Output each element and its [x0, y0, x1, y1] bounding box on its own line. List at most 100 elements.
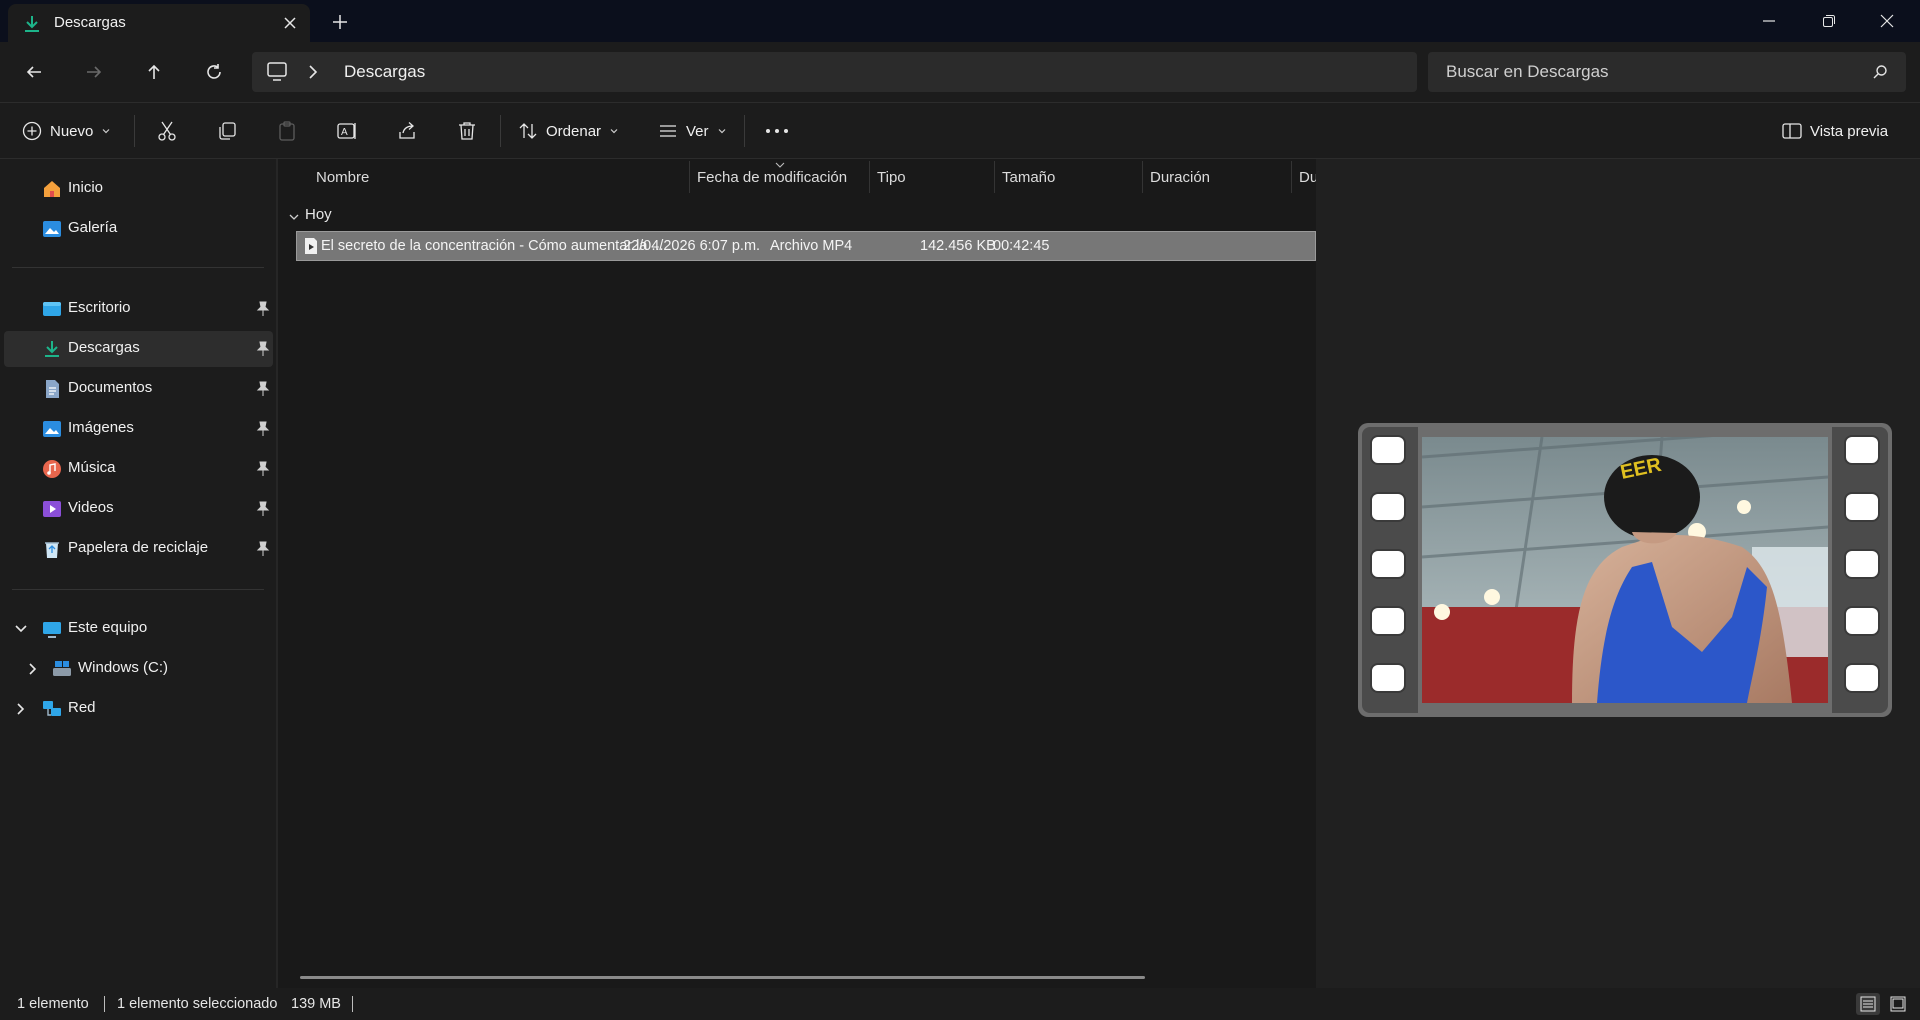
search-icon: [1873, 65, 1887, 79]
refresh-button[interactable]: [197, 55, 231, 89]
details-view-button[interactable]: [1856, 993, 1880, 1015]
selection-count: 1 elemento seleccionado: [117, 996, 278, 1012]
close-window-button[interactable]: [1858, 0, 1916, 42]
sidebar-item-inicio[interactable]: Inicio: [4, 171, 273, 207]
pin-icon[interactable]: [256, 541, 270, 557]
arrow-up-icon: [148, 64, 160, 79]
more-options-button[interactable]: [764, 103, 790, 159]
back-button[interactable]: [17, 55, 51, 89]
sidebar-item-musica[interactable]: Música: [4, 451, 273, 487]
arrow-left-icon: [26, 66, 41, 78]
chevron-down-icon[interactable]: [14, 621, 28, 637]
sort-button[interactable]: Ordenar: [518, 103, 619, 159]
file-row[interactable]: El secreto de la concentración - Cómo au…: [296, 231, 1316, 261]
sidebar-item-documentos[interactable]: Documentos: [4, 371, 273, 407]
column-header-tamano[interactable]: Tamaño: [1002, 159, 1055, 195]
tab-title: Descargas: [54, 14, 126, 31]
sidebar-item-imagenes[interactable]: Imágenes: [4, 411, 273, 447]
copy-icon: [219, 122, 236, 140]
sort-label: Ordenar: [546, 122, 602, 140]
refresh-icon: [207, 64, 221, 79]
preview-pane-button[interactable]: Vista previa: [1782, 103, 1888, 159]
command-bar: Nuevo A Ordenar Ver Vista previa: [0, 102, 1920, 159]
rename-button[interactable]: A: [336, 103, 358, 159]
paste-button[interactable]: [276, 103, 298, 159]
download-icon: [45, 341, 59, 357]
sidebar-item-videos[interactable]: Videos: [4, 491, 273, 527]
details-view-icon: [1860, 996, 1876, 1012]
svg-text:A: A: [341, 127, 348, 138]
recycle-bin-icon: [45, 542, 59, 558]
delete-button[interactable]: [456, 103, 478, 159]
breadcrumb-descargas[interactable]: Descargas: [344, 62, 425, 82]
file-type: Archivo MP4: [770, 238, 853, 254]
new-label: Nuevo: [50, 122, 94, 140]
chevron-right-icon[interactable]: [14, 701, 28, 717]
sidebar-item-galeria[interactable]: Galería: [4, 211, 273, 247]
copy-button[interactable]: [216, 103, 238, 159]
preview-pane: EER: [1316, 159, 1920, 988]
pin-icon[interactable]: [256, 461, 270, 477]
paste-icon: [279, 121, 295, 141]
close-tab-icon[interactable]: [280, 13, 300, 33]
address-row: Descargas Buscar en Descargas: [0, 42, 1920, 102]
chevron-right-icon[interactable]: [306, 64, 320, 80]
group-collapse-icon[interactable]: [288, 211, 300, 223]
sidebar-item-windows-c[interactable]: Windows (C:): [4, 651, 273, 687]
column-header-tipo[interactable]: Tipo: [877, 159, 906, 195]
pin-icon[interactable]: [256, 341, 270, 357]
sidebar-item-escritorio[interactable]: Escritorio: [4, 291, 273, 327]
restore-button[interactable]: [1800, 0, 1858, 42]
chevron-down-icon: [610, 129, 618, 134]
pictures-icon: [43, 421, 61, 437]
column-header-nombre[interactable]: Nombre: [316, 159, 369, 195]
tab-descargas[interactable]: Descargas: [8, 4, 310, 42]
share-icon: [399, 122, 415, 139]
column-header-fecha[interactable]: Fecha de modificación: [697, 159, 847, 195]
title-bar: Descargas: [0, 0, 1920, 42]
cut-button[interactable]: [156, 103, 178, 159]
pin-icon[interactable]: [256, 421, 270, 437]
share-button[interactable]: [396, 103, 418, 159]
minimize-icon: [1763, 20, 1775, 22]
tiles-view-icon: [1890, 996, 1906, 1012]
column-header-duracion[interactable]: Duración: [1150, 159, 1210, 195]
sidebar-item-descargas[interactable]: Descargas: [4, 331, 273, 367]
group-label-hoy[interactable]: Hoy: [305, 206, 332, 223]
drive-icon: [53, 661, 71, 676]
file-list: Nombre Fecha de modificación Tipo Tamaño…: [278, 159, 1318, 988]
gallery-icon: [43, 221, 61, 237]
more-icon: [766, 129, 788, 133]
video-frame: EER: [1422, 437, 1828, 703]
up-button[interactable]: [137, 55, 171, 89]
file-name: El secreto de la concentración - Cómo au…: [321, 238, 664, 254]
pin-icon[interactable]: [256, 301, 270, 317]
tiles-view-button[interactable]: [1886, 993, 1910, 1015]
scissors-icon: [158, 121, 176, 141]
minimize-button[interactable]: [1740, 0, 1798, 42]
sidebar-item-este-equipo[interactable]: Este equipo: [4, 611, 273, 647]
view-button[interactable]: Ver: [658, 103, 727, 159]
chevron-right-icon[interactable]: [26, 661, 40, 677]
pin-icon[interactable]: [256, 501, 270, 517]
horizontal-scrollbar[interactable]: [300, 976, 1145, 979]
selection-size: 139 MB: [291, 996, 341, 1012]
file-date: 22/04/2026 6:07 p.m.: [623, 238, 761, 254]
this-pc-icon: [43, 622, 61, 638]
chevron-down-icon: [718, 129, 725, 134]
search-input[interactable]: Buscar en Descargas: [1428, 52, 1906, 92]
new-tab-icon[interactable]: [330, 12, 350, 32]
view-label: Ver: [686, 122, 709, 140]
music-icon: [43, 460, 61, 478]
video-file-icon: [305, 238, 317, 254]
download-icon: [25, 16, 39, 32]
plus-circle-icon: [22, 121, 42, 141]
forward-button[interactable]: [77, 55, 111, 89]
address-bar[interactable]: Descargas: [252, 52, 1417, 92]
sidebar-item-papelera[interactable]: Papelera de reciclaje: [4, 531, 273, 567]
new-button[interactable]: Nuevo: [22, 103, 111, 159]
sidebar-item-red[interactable]: Red: [4, 691, 273, 727]
item-count: 1 elemento: [17, 996, 89, 1012]
pin-icon[interactable]: [256, 381, 270, 397]
preview-label: Vista previa: [1810, 122, 1889, 140]
